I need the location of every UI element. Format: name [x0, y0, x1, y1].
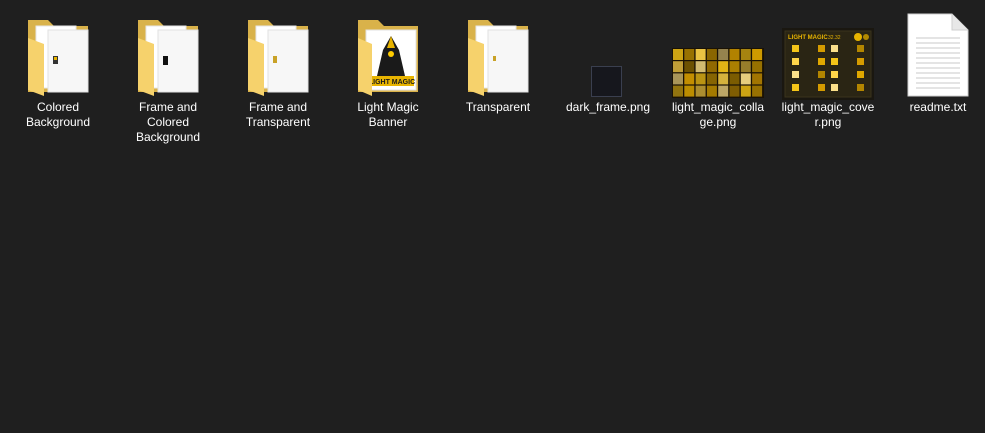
file-label: dark_frame.png: [565, 100, 651, 114]
folder-label: Colored Background: [25, 100, 91, 129]
folder-transparent[interactable]: Transparent: [448, 8, 548, 156]
folder-label: Transparent: [465, 100, 531, 114]
cover-badge: 32.32: [828, 35, 841, 41]
file-label: light_magic_cove r.png: [781, 100, 875, 129]
file-light-magic-cover-png[interactable]: LIGHT MAGIC 32.32 light_magic_cove r.png: [778, 8, 878, 156]
folder-icon: [118, 8, 218, 100]
file-readme-txt[interactable]: readme.txt: [888, 8, 985, 156]
file-explorer-view: Colored Background Frame and Colored Bac…: [0, 0, 985, 433]
text-file-icon: [888, 8, 985, 100]
folder-label: Light Magic Banner: [357, 100, 419, 129]
banner-text: LIGHT MAGIC: [369, 79, 415, 86]
image-icon: [558, 8, 658, 100]
folder-frame-and-transparent[interactable]: Frame and Transparent: [228, 8, 328, 156]
file-dark-frame-png[interactable]: dark_frame.png: [558, 8, 658, 156]
folder-frame-and-colored-background[interactable]: Frame and Colored Background: [118, 8, 218, 156]
folder-colored-background[interactable]: Colored Background: [8, 8, 108, 156]
folder-icon: [228, 8, 328, 100]
image-icon: LIGHT MAGIC 32.32: [778, 8, 878, 100]
folder-light-magic-banner[interactable]: LIGHT MAGIC Light Magic Banner: [338, 8, 438, 156]
image-icon: [668, 8, 768, 100]
folder-icon: LIGHT MAGIC: [338, 8, 438, 100]
folder-label: Frame and Transparent: [245, 100, 311, 129]
folder-label: Frame and Colored Background: [135, 100, 201, 144]
cover-title: LIGHT MAGIC: [788, 35, 828, 41]
folder-icon: [8, 8, 108, 100]
folder-icon: [448, 8, 548, 100]
file-label: light_magic_colla ge.png: [671, 100, 765, 129]
file-light-magic-collage-png[interactable]: light_magic_colla ge.png: [668, 8, 768, 156]
file-label: readme.txt: [909, 100, 967, 114]
